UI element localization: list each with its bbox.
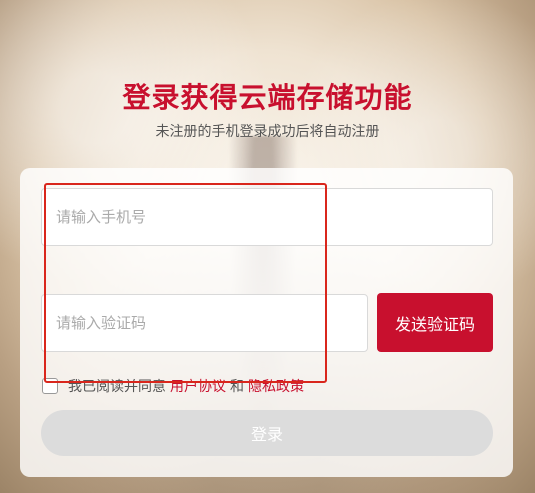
page-title: 登录获得云端存储功能 [122, 81, 413, 114]
agree-prefix-text: 我已阅读并同意 [68, 379, 166, 395]
code-input[interactable] [42, 295, 367, 351]
phone-input[interactable] [42, 189, 492, 245]
code-field[interactable] [41, 294, 368, 352]
agreement-row: 我已阅读并同意 用户协议 和 隐私政策 [42, 376, 304, 396]
and-text: 和 [230, 379, 244, 395]
login-button[interactable]: 登录 [41, 410, 493, 456]
send-code-button[interactable]: 发送验证码 [377, 293, 493, 352]
agree-checkbox[interactable] [42, 378, 58, 394]
page-subtitle: 未注册的手机登录成功后将自动注册 [155, 124, 380, 140]
phone-field[interactable] [41, 188, 493, 246]
login-card: 发送验证码 我已阅读并同意 用户协议 和 隐私政策 登录 [20, 168, 513, 477]
privacy-policy-link[interactable]: 隐私政策 [248, 376, 304, 396]
user-agreement-link[interactable]: 用户协议 [170, 376, 226, 396]
